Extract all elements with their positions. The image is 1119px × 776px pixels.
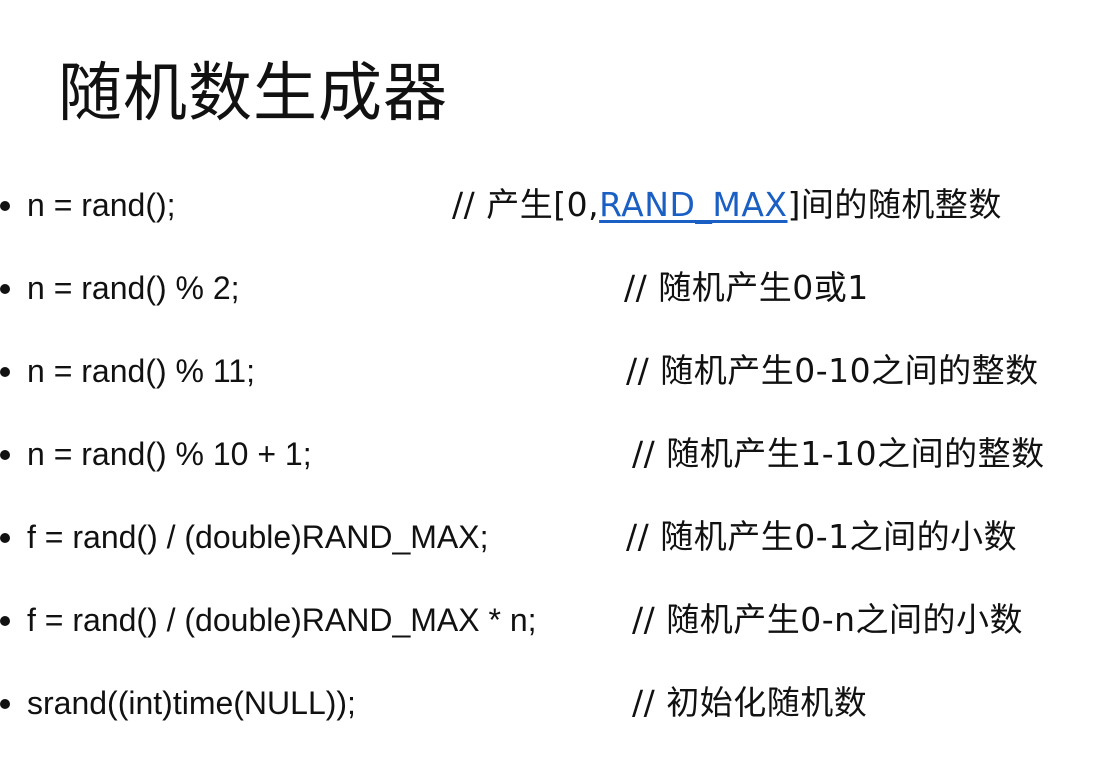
bullet-item: n = rand() % 2; // 随机产生0或1 [0, 264, 1119, 312]
code-line: n = rand() % 10 + 1; [27, 436, 312, 472]
bullet-icon [0, 616, 10, 626]
bullet-icon [0, 367, 10, 377]
comment-prefix: // 产生[0, [452, 185, 600, 224]
bullet-item: n = rand() % 10 + 1; // 随机产生1-10之间的整数 [0, 430, 1119, 478]
bullet-item: srand((int)time(NULL)); // 初始化随机数 [0, 679, 1119, 727]
code-line: srand((int)time(NULL)); [27, 685, 356, 721]
code-comment: // 随机产生0-n之间的小数 [632, 600, 1024, 639]
code-comment: // 初始化随机数 [632, 683, 868, 722]
bullet-item: n = rand(); // 产生[0,RAND_MAX]间的随机整数 [0, 181, 1119, 229]
slide-title: 随机数生成器 [58, 57, 448, 131]
code-line: f = rand() / (double)RAND_MAX * n; [27, 602, 537, 638]
bullet-icon [0, 699, 10, 709]
bullet-icon [0, 284, 10, 294]
bullet-item: n = rand() % 11; // 随机产生0-10之间的整数 [0, 347, 1119, 395]
code-comment: // 随机产生0-10之间的整数 [626, 351, 1039, 390]
bullet-icon [0, 201, 10, 211]
code-line: n = rand() % 11; [27, 353, 255, 389]
bullet-item: f = rand() / (double)RAND_MAX * n; // 随机… [0, 596, 1119, 644]
code-comment: // 随机产生1-10之间的整数 [632, 434, 1045, 473]
bullet-icon [0, 450, 10, 460]
code-line: n = rand() % 2; [27, 270, 240, 306]
bullet-item: f = rand() / (double)RAND_MAX; // 随机产生0-… [0, 513, 1119, 561]
bullet-icon [0, 533, 10, 543]
code-line: f = rand() / (double)RAND_MAX; [27, 519, 489, 555]
code-line: n = rand(); [27, 187, 176, 223]
rand-max-link[interactable]: RAND_MAX [599, 185, 787, 224]
code-comment: // 随机产生0或1 [624, 268, 869, 307]
code-comment: // 产生[0,RAND_MAX]间的随机整数 [452, 181, 1002, 229]
comment-suffix: ]间的随机整数 [787, 185, 1002, 224]
code-comment: // 随机产生0-1之间的小数 [626, 517, 1018, 556]
